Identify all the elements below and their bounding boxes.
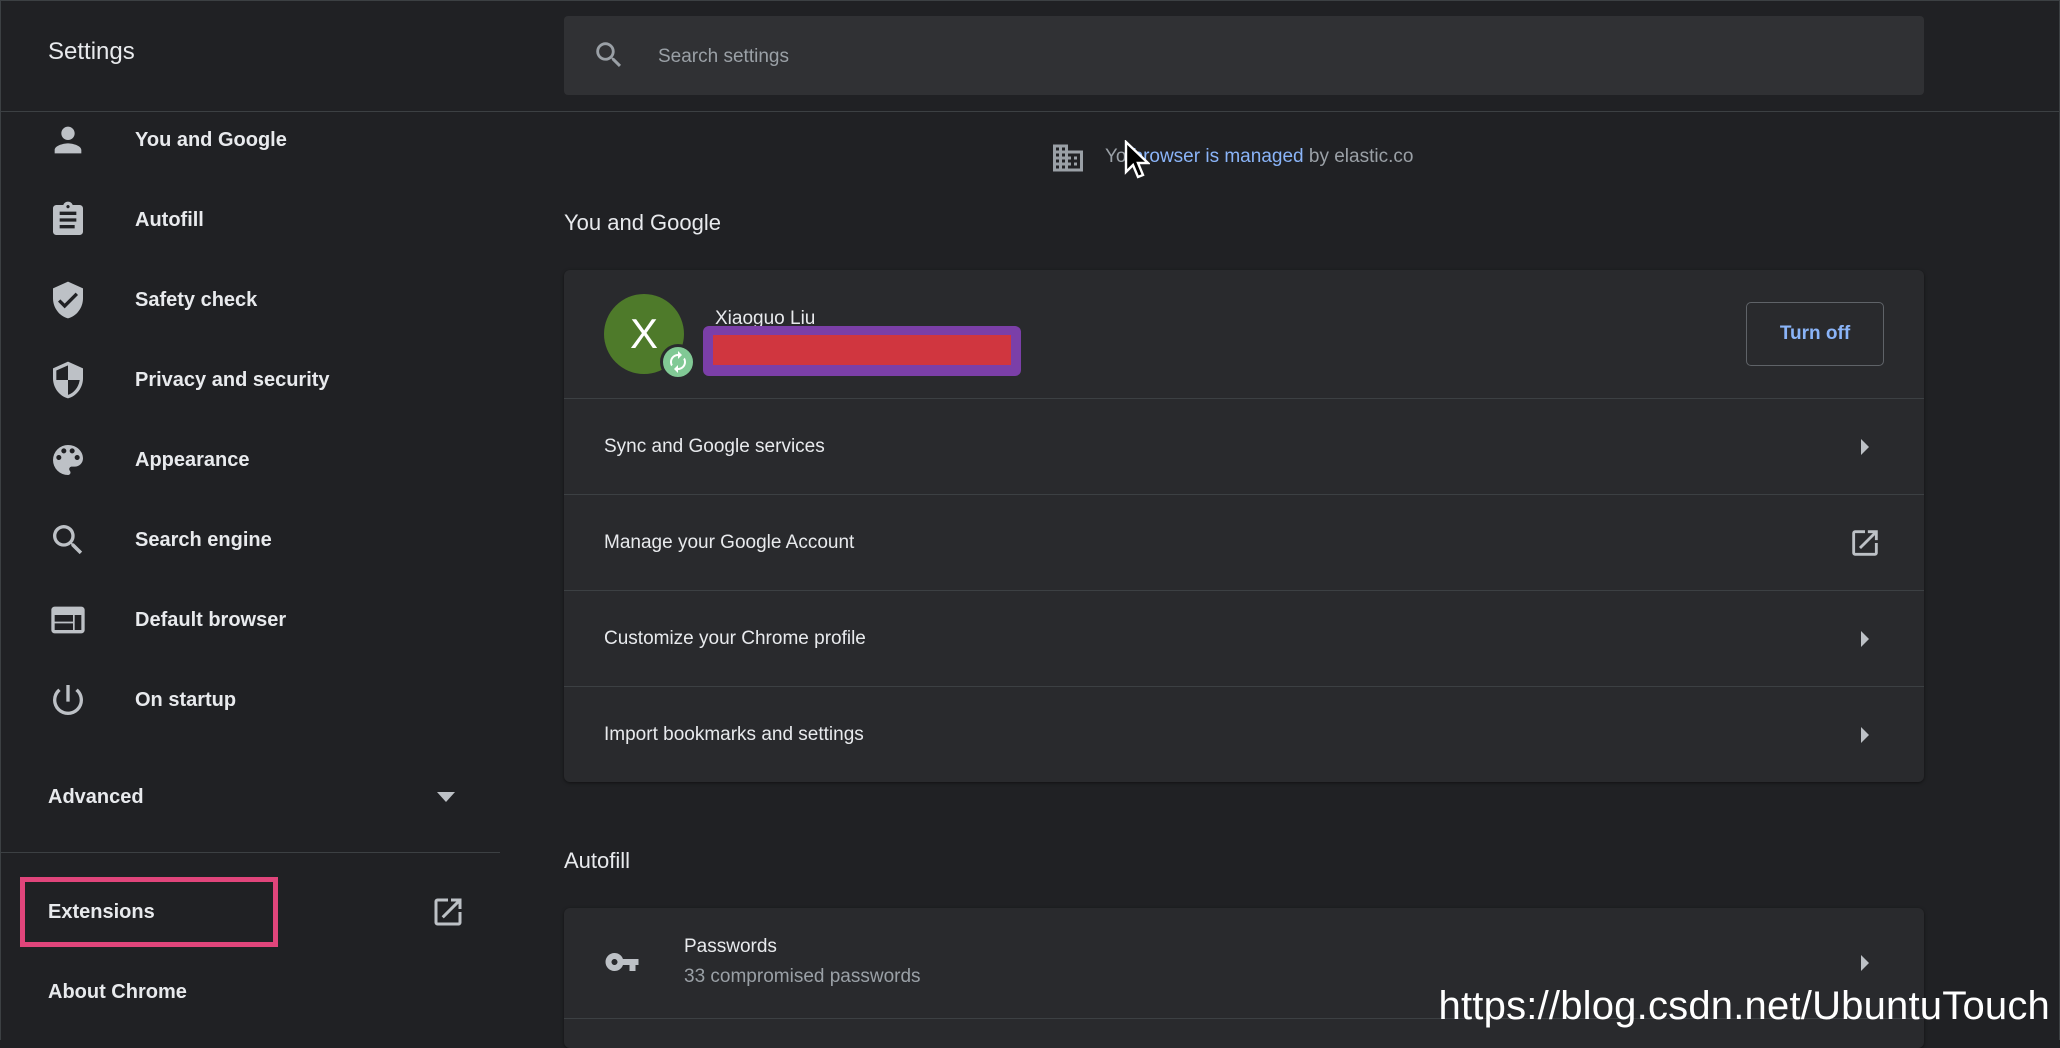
- sidebar-item-default-browser[interactable]: Default browser: [0, 580, 500, 660]
- sidebar-item-search-engine[interactable]: Search engine: [0, 500, 500, 580]
- sidebar-item-label: Privacy and security: [135, 369, 330, 391]
- redaction-bar: [713, 335, 1011, 365]
- passwords-subtitle: 33 compromised passwords: [684, 966, 921, 987]
- section-title-you-and-google: You and Google: [564, 210, 721, 235]
- row-sync-google-services[interactable]: Sync and Google services: [564, 398, 1924, 495]
- sidebar-item-label: You and Google: [135, 129, 287, 151]
- sidebar-item-label: Autofill: [135, 209, 204, 231]
- sync-icon: [660, 344, 696, 380]
- chevron-down-icon: [437, 792, 455, 802]
- row-label: Customize your Chrome profile: [604, 628, 866, 649]
- power-icon: [52, 685, 83, 715]
- sidebar-item-label: Search engine: [135, 529, 272, 551]
- sidebar-item-label: Extensions: [48, 901, 155, 923]
- arrow-right-icon: [1861, 439, 1869, 455]
- arrow-right-icon: [1861, 727, 1869, 743]
- palette-icon: [53, 445, 83, 475]
- sidebar-advanced-toggle[interactable]: Advanced: [0, 762, 500, 832]
- row-import-bookmarks[interactable]: Import bookmarks and settings: [564, 686, 1924, 783]
- sidebar: You and Google Autofill Safety check Pri…: [0, 112, 500, 1040]
- browser-window-icon: [51, 606, 85, 634]
- sidebar-item-appearance[interactable]: Appearance: [0, 420, 500, 500]
- settings-header: Settings: [0, 0, 2060, 112]
- redacted-email: [703, 326, 1021, 376]
- turn-off-sync-button[interactable]: Turn off: [1746, 302, 1884, 366]
- open-in-new-icon[interactable]: [430, 894, 466, 930]
- watermark-text: https://blog.csdn.net/UbuntuTouch: [1438, 984, 2050, 1028]
- sidebar-divider: [0, 852, 500, 853]
- clipboard-icon: [53, 201, 83, 235]
- sidebar-item-privacy-security[interactable]: Privacy and security: [0, 340, 500, 420]
- search-icon: [596, 42, 622, 68]
- row-label: Sync and Google services: [604, 436, 825, 457]
- arrow-right-icon: [1861, 955, 1869, 971]
- search-bar[interactable]: [564, 16, 1924, 97]
- managed-text-suffix: by elastic.co: [1303, 146, 1414, 167]
- arrow-right-icon: [1861, 631, 1869, 647]
- sidebar-item-extensions[interactable]: Extensions: [0, 872, 500, 952]
- managed-text: Yo browser is managed by elastic.co: [1105, 146, 1413, 168]
- sidebar-item-autofill[interactable]: Autofill: [0, 180, 500, 260]
- sidebar-item-about-chrome[interactable]: About Chrome: [0, 952, 500, 1032]
- sidebar-item-label: Appearance: [135, 449, 250, 471]
- you-and-google-card: X Xiaoguo Liu Turn off Sync and Google s…: [564, 270, 1924, 782]
- row-manage-google-account[interactable]: Manage your Google Account: [564, 494, 1924, 591]
- building-icon: [1053, 144, 1083, 172]
- sidebar-item-label: About Chrome: [48, 981, 187, 1003]
- sidebar-item-label: On startup: [135, 689, 237, 711]
- row-customize-chrome-profile[interactable]: Customize your Chrome profile: [564, 590, 1924, 687]
- sidebar-item-on-startup[interactable]: On startup: [0, 660, 500, 740]
- sidebar-item-label: Default browser: [135, 609, 287, 631]
- page-title: Settings: [48, 38, 135, 65]
- row-label: Manage your Google Account: [604, 532, 855, 553]
- mouse-cursor-icon: [1124, 140, 1150, 179]
- managed-link[interactable]: browser is managed: [1133, 146, 1304, 167]
- sidebar-item-label: Safety check: [135, 289, 258, 311]
- row-label: Import bookmarks and settings: [604, 724, 864, 745]
- shield-check-icon: [53, 281, 83, 319]
- open-in-new-icon: [1852, 530, 1878, 556]
- advanced-label: Advanced: [48, 786, 144, 808]
- sidebar-item-safety-check[interactable]: Safety check: [0, 260, 500, 340]
- section-title-autofill: Autofill: [564, 848, 631, 873]
- person-icon: [54, 126, 82, 154]
- shield-icon: [53, 361, 83, 399]
- passwords-title: Passwords: [684, 936, 777, 957]
- key-icon: [605, 953, 639, 971]
- search-input[interactable]: [656, 16, 1860, 97]
- sidebar-item-you-and-google[interactable]: You and Google: [0, 100, 500, 180]
- search-icon: [53, 525, 83, 555]
